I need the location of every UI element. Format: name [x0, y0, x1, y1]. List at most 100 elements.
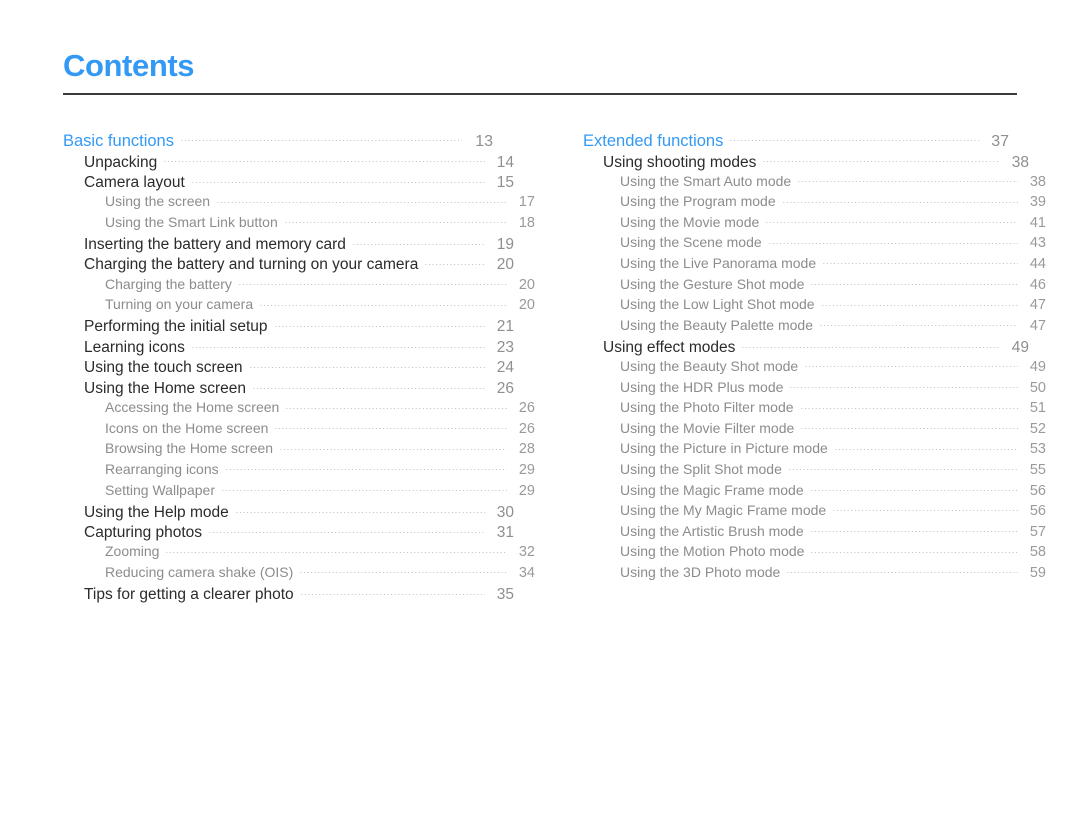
toc-dot-leader [259, 295, 507, 309]
toc-entry-page-number: 26 [518, 420, 535, 437]
toc-dot-leader [819, 316, 1018, 330]
toc-entry-label: Icons on the Home screen [105, 419, 269, 436]
toc-entry-page-number: 46 [1029, 276, 1046, 293]
toc-entry-level-3[interactable]: Browsing the Home screen 28 [105, 439, 535, 460]
toc-entry-level-3[interactable]: Using the screen 17 [105, 192, 535, 213]
toc-entry-level-3[interactable]: Zooming 32 [105, 542, 535, 563]
toc-entry-page-number: 26 [518, 400, 535, 417]
toc-entry-label: Using the Split Shot mode [620, 460, 782, 477]
toc-dot-leader [285, 398, 507, 412]
toc-entry-level-3[interactable]: Using the Artistic Brush mode 57 [620, 522, 1046, 543]
toc-entry-page-number: 13 [475, 132, 493, 150]
toc-dot-leader [810, 275, 1018, 289]
toc-entry-label: Browsing the Home screen [105, 440, 274, 457]
toc-entry-level-3[interactable]: Using the Magic Frame mode 56 [620, 481, 1046, 502]
toc-entry-level-3[interactable]: Using the Beauty Shot mode 49 [620, 357, 1046, 378]
toc-entry-level-3[interactable]: Using the My Magic Frame mode 56 [620, 501, 1046, 522]
toc-dot-leader [224, 460, 507, 474]
toc-dot-leader [809, 522, 1018, 536]
toc-entry-level-3[interactable]: Charging the battery 20 [105, 275, 535, 296]
toc-entry-level-1[interactable]: Extended functions 37 [583, 129, 1009, 151]
toc-entry-page-number: 30 [496, 503, 514, 521]
toc-entry-label: Using the screen [105, 193, 211, 210]
toc-entry-level-3[interactable]: Using the Gesture Shot mode 46 [620, 275, 1046, 296]
toc-entry-page-number: 43 [1029, 235, 1046, 252]
toc-entry-page-number: 24 [496, 359, 514, 377]
toc-entry-label: Learning icons [84, 338, 185, 356]
toc-entry-level-3[interactable]: Using the Photo Filter mode 51 [620, 398, 1046, 419]
toc-dot-leader [351, 233, 485, 249]
toc-entry-label: Using the My Magic Frame mode [620, 502, 827, 519]
toc-entry-level-3[interactable]: Using the Movie Filter mode 52 [620, 419, 1046, 440]
toc-entry-level-2[interactable]: Using the touch screen 24 [84, 357, 514, 378]
toc-entry-label: Using effect modes [603, 338, 736, 356]
toc-entry-page-number: 32 [518, 544, 535, 561]
toc-entry-level-3[interactable]: Setting Wallpaper 29 [105, 481, 535, 502]
toc-entry-level-3[interactable]: Using the 3D Photo mode 59 [620, 563, 1046, 584]
toc-entry-level-3[interactable]: Icons on the Home screen 26 [105, 419, 535, 440]
toc-entry-level-3[interactable]: Using the Smart Link button 18 [105, 213, 535, 234]
toc-entry-level-3[interactable]: Using the Smart Auto mode 38 [620, 172, 1046, 193]
toc-entry-level-3[interactable]: Using the Picture in Picture mode 53 [620, 439, 1046, 460]
toc-entry-level-1[interactable]: Basic functions 13 [63, 129, 493, 151]
toc-entry-label: Using the Movie Filter mode [620, 419, 795, 436]
toc-entry-level-2[interactable]: Learning icons 23 [84, 336, 514, 357]
toc-dot-leader [165, 542, 507, 556]
toc-entry-page-number: 51 [1029, 400, 1046, 417]
toc-dot-leader [781, 192, 1018, 206]
toc-entry-label: Using the Low Light Shot mode [620, 296, 815, 313]
toc-entry-level-3[interactable]: Using the Low Light Shot mode 47 [620, 295, 1046, 316]
toc-entry-level-3[interactable]: Using the Live Panorama mode 44 [620, 254, 1046, 275]
toc-dot-leader [762, 151, 1000, 167]
toc-entry-page-number: 29 [518, 461, 535, 478]
toc-entry-level-2[interactable]: Tips for getting a clearer photo 35 [84, 583, 514, 604]
toc-entry-level-3[interactable]: Reducing camera shake (OIS) 34 [105, 563, 535, 584]
toc-entry-label: Rearranging icons [105, 460, 219, 477]
toc-entry-level-2[interactable]: Using effect modes 49 [603, 336, 1029, 357]
toc-entry-level-2[interactable]: Charging the battery and turning on your… [84, 254, 514, 275]
toc-entry-page-number: 28 [518, 441, 535, 458]
toc-entry-level-3[interactable]: Using the Beauty Palette mode 47 [620, 316, 1046, 337]
toc-entry-level-3[interactable]: Using the Scene mode 43 [620, 233, 1046, 254]
toc-entry-label: Capturing photos [84, 524, 203, 542]
toc-entry-page-number: 44 [1029, 255, 1046, 272]
toc-entry-level-2[interactable]: Using the Home screen 26 [84, 378, 514, 399]
toc-dot-leader [190, 336, 485, 352]
toc-entry-page-number: 41 [1029, 214, 1046, 231]
toc-dot-leader [832, 501, 1018, 515]
toc-entry-level-2[interactable]: Capturing photos 31 [84, 522, 514, 543]
toc-entry-level-2[interactable]: Performing the initial setup 21 [84, 316, 514, 337]
toc-entry-page-number: 47 [1029, 317, 1046, 334]
toc-entry-label: Extended functions [583, 131, 724, 150]
toc-entry-level-3[interactable]: Using the Motion Photo mode 58 [620, 542, 1046, 563]
toc-entry-page-number: 31 [496, 524, 514, 542]
toc-entry-page-number: 20 [496, 256, 514, 274]
toc-column-left: Basic functions 13 Unpacking 14 Camera layou… [63, 129, 535, 604]
toc-entry-level-3[interactable]: Using the HDR Plus mode 50 [620, 378, 1046, 399]
toc-entry-level-2[interactable]: Using the Help mode 30 [84, 501, 514, 522]
toc-entry-level-3[interactable]: Using the Movie mode 41 [620, 213, 1046, 234]
toc-entry-page-number: 58 [1029, 544, 1046, 561]
toc-entry-label: Using the HDR Plus mode [620, 378, 784, 395]
toc-entry-page-number: 20 [518, 297, 535, 314]
toc-entry-level-2[interactable]: Using shooting modes 38 [603, 151, 1029, 172]
toc-entry-page-number: 14 [496, 153, 514, 171]
toc-entry-level-2[interactable]: Camera layout 15 [84, 172, 514, 193]
toc-entry-level-3[interactable]: Turning on your camera 20 [105, 295, 535, 316]
toc-entry-level-3[interactable]: Using the Program mode 39 [620, 192, 1046, 213]
toc-dot-leader [273, 316, 485, 332]
toc-entry-label: Using the Artistic Brush mode [620, 522, 804, 539]
toc-entry-level-3[interactable]: Using the Split Shot mode 55 [620, 460, 1046, 481]
toc-entry-level-2[interactable]: Inserting the battery and memory card 19 [84, 233, 514, 254]
toc-entry-label: Accessing the Home screen [105, 399, 280, 416]
toc-entry-level-3[interactable]: Accessing the Home screen 26 [105, 398, 535, 419]
toc-entry-page-number: 29 [518, 482, 535, 499]
toc-entry-level-2[interactable]: Unpacking 14 [84, 151, 514, 172]
toc-entry-page-number: 56 [1029, 503, 1046, 520]
toc-entry-label: Using the Photo Filter mode [620, 399, 794, 416]
toc-entry-label: Using the Movie mode [620, 213, 760, 230]
toc-entry-page-number: 38 [1029, 173, 1046, 190]
toc-entry-level-3[interactable]: Rearranging icons 29 [105, 460, 535, 481]
toc-entry-label: Using the Beauty Palette mode [620, 316, 814, 333]
toc-entry-page-number: 59 [1029, 564, 1046, 581]
